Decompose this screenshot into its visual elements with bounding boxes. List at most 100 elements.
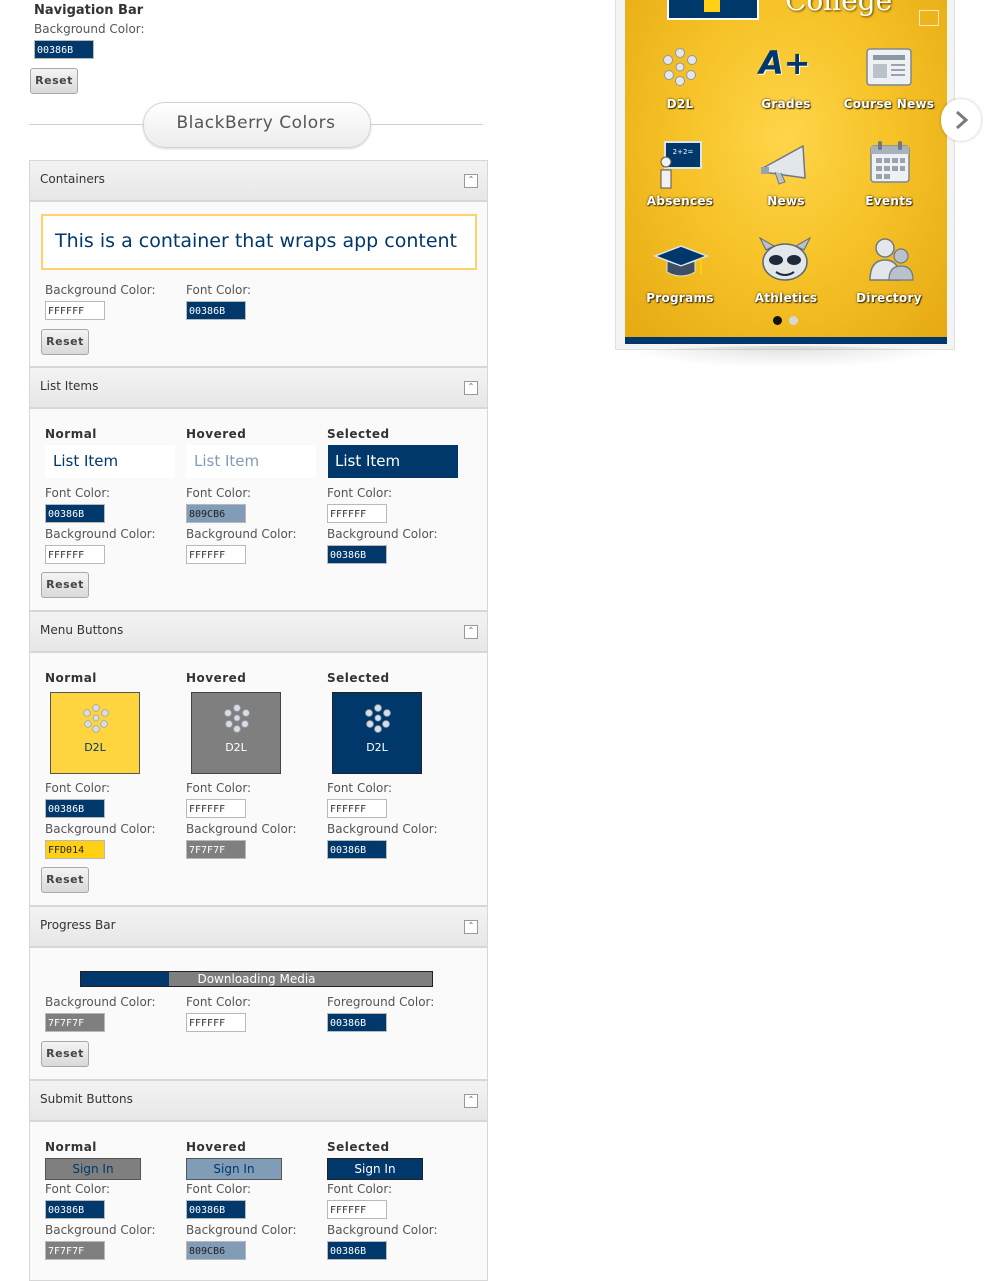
submit-hovered-font-input[interactable]: 00386B xyxy=(186,1200,246,1219)
phone-label-absences[interactable]: Absences xyxy=(630,194,730,208)
list-selected-font-input[interactable]: FFFFFF xyxy=(327,504,387,523)
megaphone-icon[interactable] xyxy=(759,142,811,186)
submit-hovered-bg-input[interactable]: 809CB6 xyxy=(186,1241,246,1260)
phone-label-programs[interactable]: Programs xyxy=(630,291,730,305)
grades-icon[interactable]: A+ xyxy=(759,44,811,82)
collapse-icon[interactable]: ⌃ xyxy=(464,1094,478,1108)
submit-normal-font-input[interactable]: 00386B xyxy=(45,1200,105,1219)
menu-hovered-bg-label: Background Color: xyxy=(186,822,297,836)
containers-panel-title: Containers xyxy=(40,172,105,186)
collapse-icon[interactable]: ⌃ xyxy=(464,381,478,395)
menu-button-selected-sample[interactable]: D2L xyxy=(332,692,422,774)
page-dot[interactable] xyxy=(789,316,798,325)
list-item-hovered-text: List Item xyxy=(194,452,260,470)
submit-selected-bg-input[interactable]: 00386B xyxy=(327,1241,387,1260)
progress-font-input[interactable]: FFFFFF xyxy=(186,1013,246,1032)
phone-label-athletics[interactable]: Athletics xyxy=(736,291,836,305)
menu-normal-font-input[interactable]: 00386B xyxy=(45,799,105,818)
menu-hovered-bg-input[interactable]: 7F7F7F xyxy=(186,840,246,859)
page-dot-active[interactable] xyxy=(773,316,782,325)
submit-selected-font-input[interactable]: FFFFFF xyxy=(327,1200,387,1219)
calendar-icon[interactable] xyxy=(869,140,911,184)
submit-button-selected-sample[interactable]: Sign In xyxy=(327,1158,423,1180)
phone-screen: College D2L A+ Grades Course News 2+2= A… xyxy=(625,0,947,344)
progress-bar-text: Downloading Media xyxy=(197,972,316,986)
list-normal-bg-input[interactable]: FFFFFF xyxy=(45,545,105,564)
progress-bar-sample: Downloading Media xyxy=(80,971,433,987)
collapse-icon[interactable]: ⌃ xyxy=(464,625,478,639)
menu-normal-bg-input[interactable]: FFD014 xyxy=(45,840,105,859)
containers-panel-header[interactable]: Containers ⌃ xyxy=(29,160,488,201)
mascot-icon[interactable] xyxy=(758,236,812,284)
submit-hovered-bg-label: Background Color: xyxy=(186,1223,297,1237)
menu-buttons-panel: Normal D2L Font Color: 00386B Background… xyxy=(29,652,488,906)
containers-font-color-input[interactable]: 00386B xyxy=(186,301,246,320)
list-selected-bg-input[interactable]: 00386B xyxy=(327,545,387,564)
submit-normal-bg-label: Background Color: xyxy=(45,1223,156,1237)
next-arrow-button[interactable] xyxy=(941,99,981,141)
containers-bg-color-input[interactable]: FFFFFF xyxy=(45,301,105,320)
menu-normal-font-label: Font Color: xyxy=(45,781,111,795)
d2l-icon xyxy=(365,704,391,733)
menu-normal-bg-label: Background Color: xyxy=(45,822,156,836)
list-normal-font-label: Font Color: xyxy=(45,486,111,500)
submit-button-hovered-sample[interactable]: Sign In xyxy=(186,1158,282,1180)
phone-label-grades[interactable]: Grades xyxy=(736,97,836,111)
menu-hovered-font-input[interactable]: FFFFFF xyxy=(186,799,246,818)
submit-hovered-text: Sign In xyxy=(213,1162,255,1176)
phone-label-d2l[interactable]: D2L xyxy=(630,97,730,111)
list-items-panel-header[interactable]: List Items ⌃ xyxy=(29,367,488,408)
menu-selected-font-label: Font Color: xyxy=(327,781,393,795)
graduation-cap-icon[interactable] xyxy=(653,242,709,282)
list-items-reset-button[interactable]: Reset xyxy=(41,572,89,598)
chevron-right-icon xyxy=(956,110,969,130)
list-item-normal-sample[interactable]: List Item xyxy=(45,445,175,478)
nav-bar-heading: Navigation Bar xyxy=(34,3,144,18)
menu-buttons-panel-header[interactable]: Menu Buttons ⌃ xyxy=(29,611,488,652)
phone-label-course-news[interactable]: Course News xyxy=(839,97,939,111)
menu-button-normal-sample[interactable]: D2L xyxy=(50,692,140,774)
list-items-panel-title: List Items xyxy=(40,379,99,393)
list-item-selected-sample[interactable]: List Item xyxy=(328,445,458,478)
d2l-icon xyxy=(224,704,250,733)
progress-bg-label: Background Color: xyxy=(45,995,156,1009)
collapse-icon[interactable]: ⌃ xyxy=(464,174,478,188)
progress-fg-input[interactable]: 00386B xyxy=(327,1013,387,1032)
progress-font-label: Font Color: xyxy=(186,995,252,1009)
list-hovered-font-input[interactable]: 809CB6 xyxy=(186,504,246,523)
collapse-icon[interactable]: ⌃ xyxy=(464,920,478,934)
list-item-hovered-sample[interactable]: List Item xyxy=(186,445,316,478)
menu-button-hovered-sample[interactable]: D2L xyxy=(191,692,281,774)
menu-hovered-heading: Hovered xyxy=(186,671,247,685)
nav-bar-reset-button[interactable]: Reset xyxy=(30,68,78,94)
list-normal-font-input[interactable]: 00386B xyxy=(45,504,105,523)
menu-hovered-font-label: Font Color: xyxy=(186,781,252,795)
course-news-icon[interactable] xyxy=(865,46,913,88)
submit-buttons-panel-title: Submit Buttons xyxy=(40,1092,133,1106)
progress-bar-panel-title: Progress Bar xyxy=(40,918,116,932)
phone-label-news[interactable]: News xyxy=(736,194,836,208)
list-selected-font-label: Font Color: xyxy=(327,486,393,500)
d2l-icon[interactable] xyxy=(660,47,700,87)
phone-label-directory[interactable]: Directory xyxy=(839,291,939,305)
absences-icon[interactable]: 2+2= xyxy=(657,140,705,190)
progress-bar-reset-button[interactable]: Reset xyxy=(41,1041,89,1067)
submit-normal-bg-input[interactable]: 7F7F7F xyxy=(45,1241,105,1260)
directory-icon[interactable] xyxy=(867,236,915,284)
progress-bar-panel-header[interactable]: Progress Bar ⌃ xyxy=(29,906,488,947)
phone-bottom-bar xyxy=(625,337,947,344)
submit-button-normal-sample[interactable]: Sign In xyxy=(45,1158,141,1180)
nav-bar-bg-color-input[interactable]: 00386B xyxy=(34,40,94,59)
menu-buttons-reset-button[interactable]: Reset xyxy=(41,867,89,893)
containers-reset-button[interactable]: Reset xyxy=(41,329,89,355)
submit-buttons-panel-header[interactable]: Submit Buttons ⌃ xyxy=(29,1080,488,1121)
containers-font-label: Font Color: xyxy=(186,283,252,297)
section-title: BlackBerry Colors xyxy=(176,113,336,133)
menu-normal-label: D2L xyxy=(84,741,106,754)
list-hovered-bg-input[interactable]: FFFFFF xyxy=(186,545,246,564)
menu-selected-font-input[interactable]: FFFFFF xyxy=(327,799,387,818)
menu-selected-bg-input[interactable]: 00386B xyxy=(327,840,387,859)
phone-label-events[interactable]: Events xyxy=(839,194,939,208)
menu-selected-heading: Selected xyxy=(327,671,390,685)
progress-bg-input[interactable]: 7F7F7F xyxy=(45,1013,105,1032)
